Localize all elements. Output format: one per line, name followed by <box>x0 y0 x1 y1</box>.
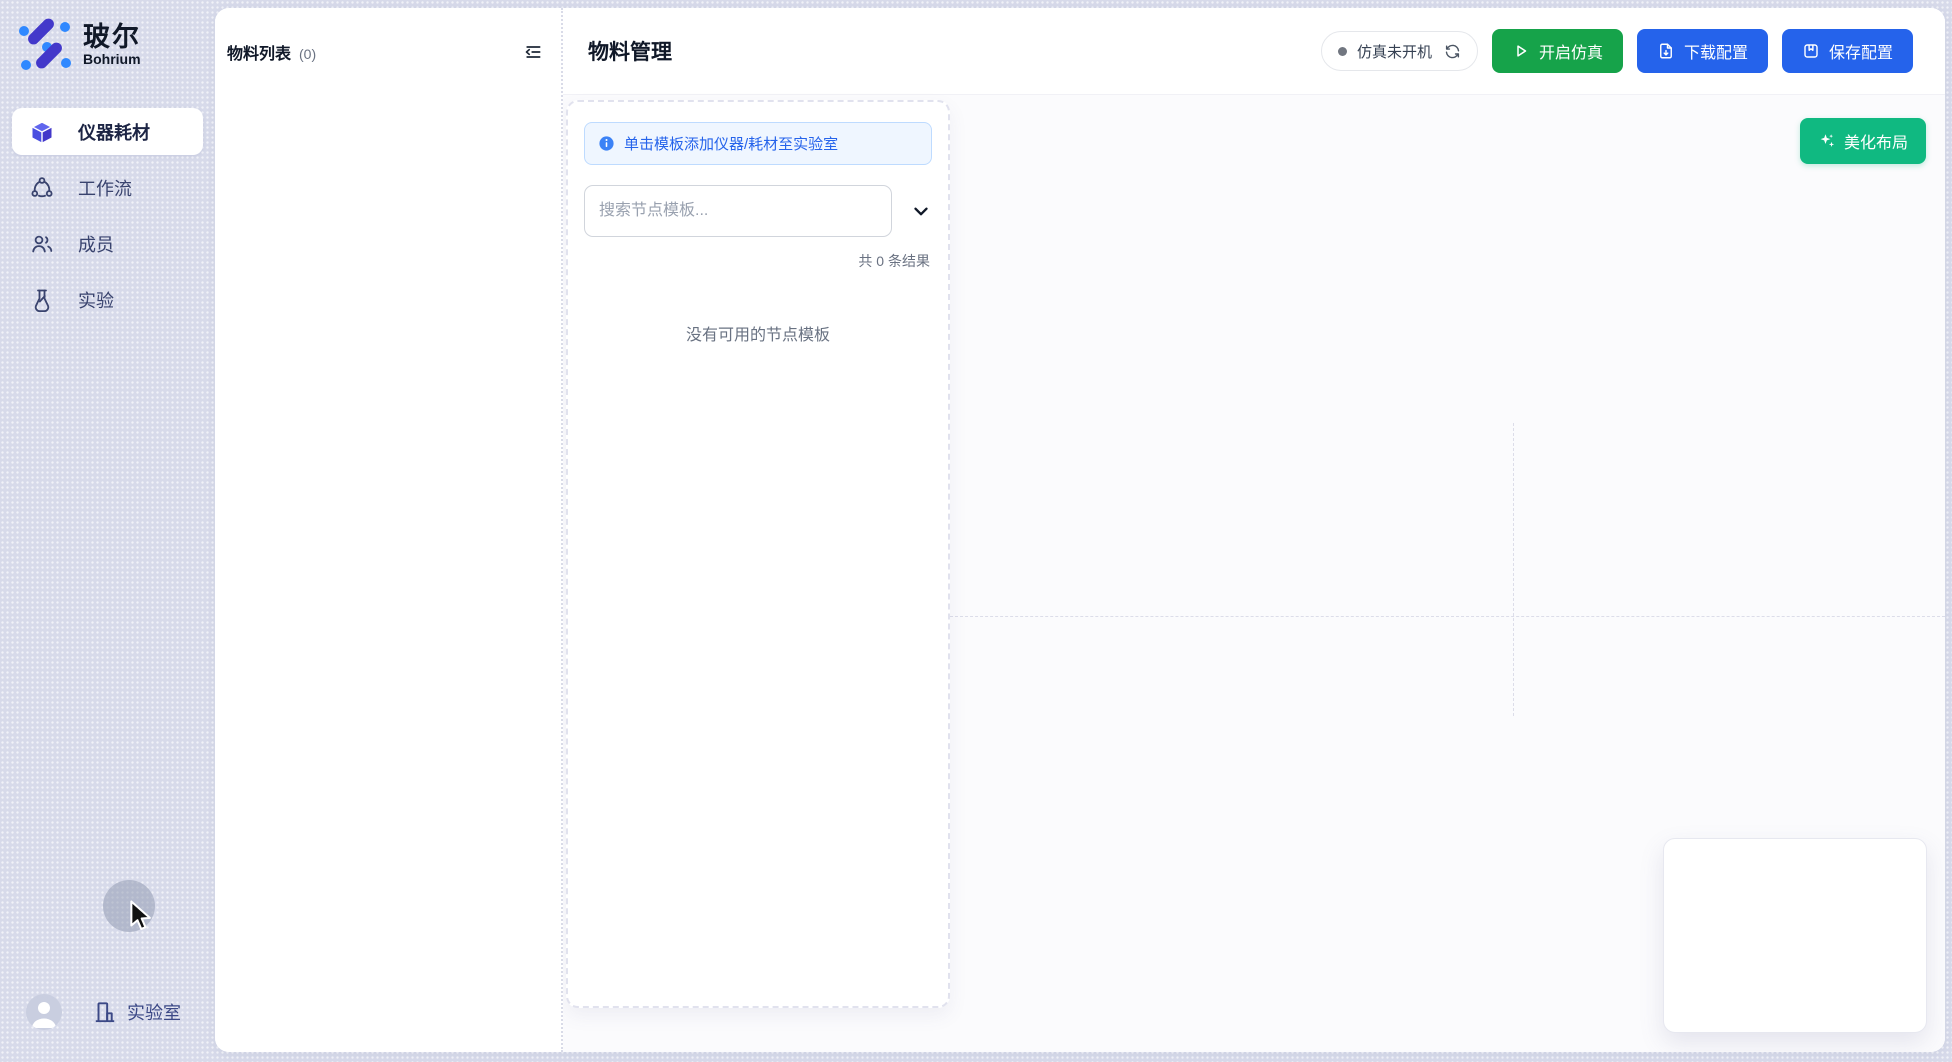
brand-logo: 玻尔 Bohrium <box>17 18 141 72</box>
lab-switcher[interactable]: 实验室 <box>92 999 181 1025</box>
material-list-header: 物料列表 (0) <box>215 8 561 64</box>
refresh-icon[interactable] <box>1444 43 1461 60</box>
sidebar-item-label: 仪器耗材 <box>78 119 150 145</box>
node-template-panel: 单击模板添加仪器/耗材至实验室 共 0 条结果 没有可用的节点模板 <box>566 100 950 1008</box>
material-list-panel: 物料列表 (0) <box>215 8 563 1052</box>
empty-template-text: 没有可用的节点模板 <box>584 321 932 345</box>
experiment-icon <box>30 288 54 312</box>
file-download-icon <box>1657 42 1675 60</box>
save-config-label: 保存配置 <box>1829 39 1893 63</box>
sidebar-nav: 仪器耗材 工作流 成员 <box>12 108 203 323</box>
template-search-row <box>584 185 932 237</box>
template-hint-text: 单击模板添加仪器/耗材至实验室 <box>624 133 838 154</box>
status-dot-icon <box>1338 47 1347 56</box>
minimap[interactable] <box>1663 838 1927 1033</box>
result-count: 共 0 条结果 <box>584 251 932 271</box>
page-header: 物料管理 仿真未开机 <box>563 8 1945 95</box>
search-input[interactable] <box>584 185 892 237</box>
brand-name-en: Bohrium <box>83 51 141 67</box>
save-config-button[interactable]: 保存配置 <box>1782 29 1913 73</box>
simulation-status-pill: 仿真未开机 <box>1321 31 1478 71</box>
canvas-guide-horizontal <box>950 616 1945 617</box>
sidebar-item-label: 实验 <box>78 287 114 313</box>
status-label: 仿真未开机 <box>1357 41 1432 62</box>
sparkles-icon <box>1818 132 1836 150</box>
content-card: 物料列表 (0) 物料管理 仿真未开机 <box>215 8 1945 1052</box>
page-title: 物料管理 <box>588 36 672 66</box>
brand-name-zh: 玻尔 <box>83 23 141 51</box>
sidebar-item-workflow[interactable]: 工作流 <box>12 164 203 211</box>
bohrium-logo-icon <box>17 18 71 72</box>
beautify-layout-button[interactable]: 美化布局 <box>1800 118 1926 164</box>
download-config-label: 下载配置 <box>1684 39 1748 63</box>
members-icon <box>30 232 54 256</box>
workflow-icon <box>30 176 54 200</box>
sidebar-item-members[interactable]: 成员 <box>12 220 203 267</box>
beautify-layout-label: 美化布局 <box>1844 129 1908 153</box>
info-icon <box>598 135 615 152</box>
collapse-panel-icon[interactable] <box>521 40 545 64</box>
sidebar-item-label: 工作流 <box>78 175 132 201</box>
save-icon <box>1802 42 1820 60</box>
cube-icon <box>30 120 54 144</box>
header-actions: 仿真未开机 开启仿真 <box>1321 29 1913 73</box>
chevron-down-icon[interactable] <box>910 200 932 222</box>
play-icon <box>1512 42 1530 60</box>
sidebar-item-instruments[interactable]: 仪器耗材 <box>12 108 203 155</box>
canvas-area: 物料管理 仿真未开机 <box>563 8 1945 1052</box>
mouse-cursor <box>128 900 158 937</box>
sidebar-item-label: 成员 <box>78 231 114 257</box>
lab-label: 实验室 <box>127 999 181 1025</box>
material-list-title: 物料列表 <box>227 40 291 64</box>
building-icon <box>92 999 118 1025</box>
start-simulation-button[interactable]: 开启仿真 <box>1492 29 1623 73</box>
sidebar-item-experiment[interactable]: 实验 <box>12 276 203 323</box>
start-simulation-label: 开启仿真 <box>1539 39 1603 63</box>
user-avatar[interactable] <box>26 994 62 1030</box>
canvas-guide-vertical <box>1513 423 1514 716</box>
material-list-count: (0) <box>299 46 316 62</box>
brand-name: 玻尔 Bohrium <box>83 23 141 67</box>
template-hint-banner: 单击模板添加仪器/耗材至实验室 <box>584 122 932 165</box>
sidebar-footer: 实验室 <box>26 994 181 1030</box>
download-config-button[interactable]: 下载配置 <box>1637 29 1768 73</box>
